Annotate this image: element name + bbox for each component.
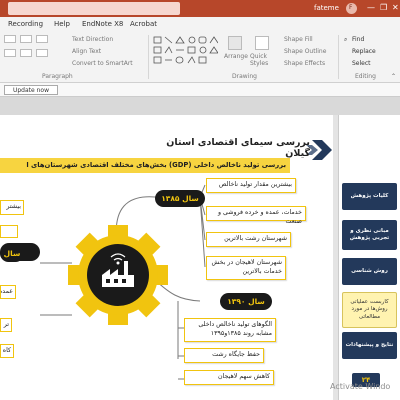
slide-subtitle: بررسی تولید ناخالص داخلی (GDP) بخش‌های م… [0, 158, 290, 173]
year-label-1390: سال ۱۳۹۰ [220, 293, 272, 310]
menu-recording[interactable]: Recording [8, 20, 43, 28]
close-button[interactable]: ✕ [392, 3, 399, 12]
info-box: کاهش سهم لاهیجان [184, 370, 274, 385]
numbering-button[interactable] [20, 35, 32, 43]
smartart-button[interactable]: Convert to SmartArt [72, 60, 133, 67]
ribbon: Text Direction Align Text Convert to Sma… [0, 31, 400, 83]
shape-effects-button[interactable]: Shape Effects [284, 60, 325, 67]
arrange-button[interactable]: Arrange [224, 53, 248, 60]
bullets-button[interactable] [4, 35, 16, 43]
info-box: شهرستان لاهیجان در بخش خدمات بالاترین [206, 256, 286, 280]
shapes-gallery[interactable] [152, 35, 218, 67]
text-direction-button[interactable]: Text Direction [72, 36, 113, 43]
info-box: خدمات، عمده و خرده فروشی و صنعت [206, 206, 306, 225]
align-center-button[interactable] [20, 49, 32, 57]
info-box: شهرستان رشت بالاترین [206, 232, 291, 247]
shape-fill-button[interactable]: Shape Fill [284, 36, 313, 43]
user-name[interactable]: fateme [314, 4, 339, 12]
menu-acrobat[interactable]: Acrobat [130, 20, 157, 28]
arrange-icon [228, 36, 242, 50]
update-bar: Update now [0, 83, 400, 97]
quick-styles-button[interactable]: Quick Styles [250, 53, 278, 67]
info-box: الگوهای تولید ناخالص داخلی مشابه روند ۱۳… [184, 318, 276, 342]
slide-title: بررسی سیمای اقتصادی استان گیلان [166, 137, 310, 159]
editing-group-label: Editing [355, 73, 376, 80]
align-text-button[interactable]: Align Text [72, 48, 101, 55]
menu-help[interactable]: Help [54, 20, 70, 28]
gear-icon [68, 225, 168, 325]
replace-button[interactable]: Replace [352, 48, 376, 55]
nav-item-application[interactable]: کاربست عملیاتی روش‌ها در مورد مطالعاتی [342, 292, 397, 328]
avatar-initial: F [349, 4, 353, 11]
paragraph-group-label: Paragraph [42, 73, 73, 80]
find-button[interactable]: Find [352, 36, 364, 43]
menu-endnote[interactable]: EndNote X8 [82, 20, 123, 28]
collapse-ribbon-icon[interactable]: ⌃ [391, 73, 396, 80]
left-box-fragment: کاه [0, 344, 14, 358]
year-label-left: سال [0, 245, 24, 262]
info-box: حفظ جایگاه رشت [184, 348, 264, 363]
update-now-button[interactable]: Update now [4, 85, 58, 95]
activation-watermark: Activate Windo [330, 382, 391, 391]
left-box-fragment: بیشتر [0, 200, 24, 215]
nav-item-results[interactable]: نتایج و پیشنهادات [342, 332, 397, 359]
find-icon: ⌕ [344, 36, 348, 43]
nav-item-methodology[interactable]: روش شناسی [342, 258, 397, 285]
restore-button[interactable]: ❐ [380, 3, 387, 12]
vertical-scrollbar[interactable] [333, 115, 338, 400]
info-box: بیشترین مقدار تولید ناخالص [206, 178, 296, 193]
drawing-group-label: Drawing [232, 73, 257, 80]
left-box-fragment: تر [0, 318, 12, 332]
shape-outline-button[interactable]: Shape Outline [284, 48, 326, 55]
indent-button[interactable] [36, 35, 48, 43]
nav-item-overview[interactable]: کلیات پژوهش [342, 183, 397, 210]
menu-bar: Recording Help EndNote X8 Acrobat [0, 17, 400, 31]
avatar[interactable]: F [346, 3, 357, 14]
left-box-fragment [0, 225, 18, 238]
select-button[interactable]: Select [352, 60, 371, 67]
minimize-button[interactable]: — [367, 3, 375, 12]
nav-item-theory[interactable]: مبانی نظری و تجربی پژوهش [342, 220, 397, 250]
title-bar: fateme F — ❐ ✕ [0, 0, 400, 17]
left-box-fragment: عمده [0, 285, 16, 299]
quick-styles-icon [255, 36, 269, 50]
align-right-button[interactable] [36, 49, 48, 57]
align-left-button[interactable] [4, 49, 16, 57]
year-label-1385: سال ۱۳۸۵ [155, 190, 205, 207]
search-box[interactable] [8, 2, 180, 15]
